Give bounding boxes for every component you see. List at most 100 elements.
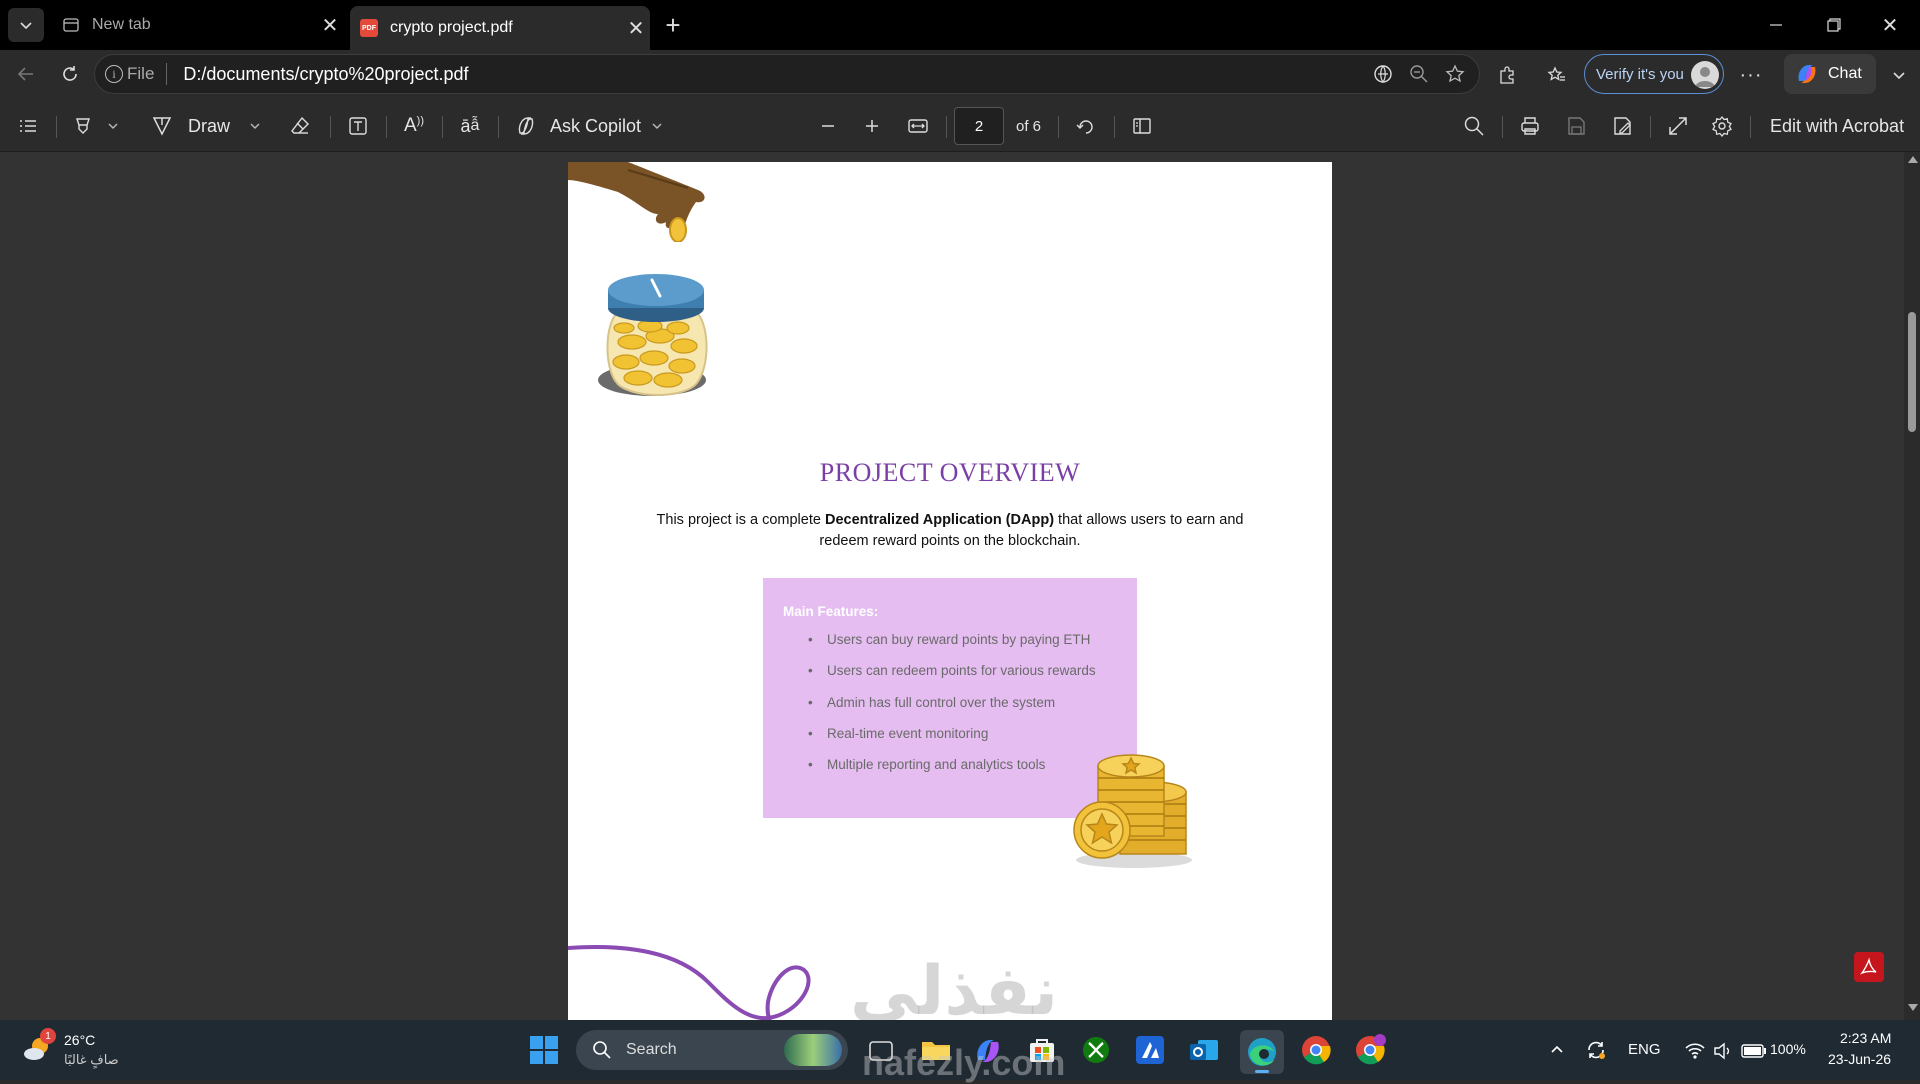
battery-percentage: 100% xyxy=(1770,1041,1806,1057)
tab-actions-chevron-icon[interactable] xyxy=(8,8,44,42)
chrome-profile-icon[interactable] xyxy=(1354,1034,1386,1066)
scrollbar-thumb[interactable] xyxy=(1908,312,1916,432)
ask-copilot-button[interactable]: Ask Copilot xyxy=(514,100,663,152)
features-heading: Main Features: xyxy=(783,604,879,619)
document-heading: PROJECT OVERVIEW xyxy=(819,458,1081,487)
save-icon[interactable] xyxy=(1560,100,1592,152)
draw-label: Draw xyxy=(188,115,231,136)
save-as-icon[interactable] xyxy=(1606,100,1638,152)
input-language[interactable]: ENG xyxy=(1628,1041,1661,1058)
acrobat-logo-icon[interactable] xyxy=(1854,952,1884,982)
clock-date[interactable]: 23-Jun-26 xyxy=(1828,1051,1891,1067)
copilot-logo-icon xyxy=(1794,61,1820,87)
table-of-contents-icon[interactable] xyxy=(12,100,44,152)
scroll-down-arrow-icon[interactable] xyxy=(1908,1004,1918,1011)
draw-pen-icon xyxy=(150,114,174,138)
pdf-file-icon: PDF xyxy=(360,19,378,37)
wifi-icon[interactable] xyxy=(1682,1038,1708,1064)
outlook-icon[interactable] xyxy=(1188,1034,1220,1066)
print-icon[interactable] xyxy=(1514,100,1546,152)
draw-button[interactable]: Draw xyxy=(150,100,230,152)
list-item: • Multiple reporting and analytics tools xyxy=(808,757,1046,773)
url-divider xyxy=(166,63,168,85)
volume-speaker-icon[interactable] xyxy=(1710,1038,1736,1064)
minimize-window-icon[interactable] xyxy=(1758,8,1794,42)
translate-icon[interactable] xyxy=(1365,63,1401,85)
refresh-icon[interactable] xyxy=(54,58,86,90)
ask-copilot-chevron-icon[interactable] xyxy=(651,120,663,132)
close-window-icon[interactable]: ✕ xyxy=(1872,8,1908,42)
tab-title: crypto project.pdf xyxy=(390,19,513,36)
tab-close-icon[interactable]: ✕ xyxy=(316,13,344,38)
vertical-scrollbar[interactable] xyxy=(1904,152,1920,1020)
taskbar-search-box[interactable]: Search xyxy=(576,1030,848,1070)
coin-jar-illustration xyxy=(598,262,718,404)
highlight-options-chevron-icon[interactable] xyxy=(104,100,122,152)
eraser-icon[interactable] xyxy=(284,100,316,152)
favorites-collection-icon[interactable] xyxy=(1540,58,1574,92)
search-highlight-image xyxy=(784,1034,842,1066)
zoom-out-magnifier-icon[interactable] xyxy=(1401,64,1437,84)
verify-identity-button[interactable]: Verify it's you xyxy=(1584,54,1724,94)
pdf-toolbar: Draw A)) āẫ Ask Copilot 2 of 6 Edit with… xyxy=(0,100,1920,152)
clock-time[interactable]: 2:23 AM xyxy=(1840,1030,1891,1046)
address-bar[interactable]: i File D:/documents/crypto%20project.pdf xyxy=(94,54,1480,94)
fullscreen-expand-icon[interactable] xyxy=(1662,100,1694,152)
edit-with-acrobat-button[interactable]: Edit with Acrobat xyxy=(1770,100,1904,152)
url-text[interactable]: D:/documents/crypto%20project.pdf xyxy=(183,64,468,85)
navigation-bar: i File D:/documents/crypto%20project.pdf… xyxy=(0,50,1920,100)
find-search-icon[interactable] xyxy=(1458,100,1490,152)
restore-window-icon[interactable] xyxy=(1816,8,1852,42)
battery-icon[interactable] xyxy=(1740,1038,1768,1064)
tab-crypto-project-pdf[interactable]: PDF crypto project.pdf ✕ xyxy=(350,6,650,50)
copilot-chat-button[interactable]: Chat xyxy=(1784,54,1876,94)
translate-text-icon[interactable]: āẫ xyxy=(454,100,486,152)
pdf-viewer[interactable]: PROJECT OVERVIEW This project is a compl… xyxy=(0,152,1920,1020)
favorite-star-icon[interactable] xyxy=(1437,64,1473,84)
start-windows-icon[interactable] xyxy=(528,1034,560,1066)
page-view-icon[interactable] xyxy=(1126,100,1158,152)
draw-options-chevron-icon[interactable] xyxy=(246,100,264,152)
zoom-out-minus-icon[interactable] xyxy=(814,100,842,152)
sync-status-icon[interactable] xyxy=(1582,1036,1610,1064)
info-icon[interactable]: i xyxy=(105,65,123,83)
scroll-up-arrow-icon[interactable] xyxy=(1908,156,1918,163)
zoom-in-plus-icon[interactable] xyxy=(858,100,886,152)
rotate-page-icon[interactable] xyxy=(1070,100,1102,152)
verify-label: Verify it's you xyxy=(1596,65,1684,83)
search-magnifier-icon xyxy=(592,1040,612,1060)
current-page: 2 xyxy=(974,117,984,135)
page-number-input[interactable]: 2 xyxy=(954,107,1004,145)
list-item: • Users can redeem points for various rew… xyxy=(808,663,1096,679)
new-tab-plus-icon[interactable]: + xyxy=(658,10,688,40)
new-tab-page-icon xyxy=(62,16,80,34)
chrome-icon[interactable] xyxy=(1300,1034,1332,1066)
xbox-icon[interactable] xyxy=(1080,1034,1112,1066)
tab-new-tab[interactable]: New tab ✕ xyxy=(52,6,344,44)
watermark-arabic: نفذلي xyxy=(850,952,1059,1020)
intro-bold: Decentralized Application (DApp) xyxy=(824,512,1055,528)
azure-data-studio-icon[interactable] xyxy=(1134,1034,1166,1066)
list-item: • Admin has full control over the system xyxy=(808,694,1056,710)
read-aloud-icon[interactable]: A)) xyxy=(398,100,430,152)
add-text-icon[interactable] xyxy=(342,100,374,152)
fit-to-width-icon[interactable] xyxy=(902,100,934,152)
more-options-ellipsis-icon[interactable]: ··· xyxy=(1734,58,1768,92)
show-hidden-icons-chevron-icon[interactable] xyxy=(1544,1036,1570,1064)
active-app-indicator xyxy=(1255,1070,1269,1073)
back-arrow-icon[interactable] xyxy=(10,58,42,90)
sidebar-chevron-down-icon[interactable] xyxy=(1884,58,1914,92)
page-total-label: of 6 xyxy=(1016,117,1042,135)
highlight-marker-icon[interactable] xyxy=(68,100,98,152)
weather-widget[interactable]: 1 26°C صافٍ غالبًا xyxy=(22,1028,142,1074)
features-list: • Users can buy reward points by paying E… xyxy=(783,632,1096,788)
edge-browser-icon[interactable] xyxy=(1240,1030,1284,1074)
list-item: • Real-time event monitoring xyxy=(808,725,989,741)
windows-taskbar: 1 26°C صافٍ غالبًا Search nafezly.com EN… xyxy=(0,1020,1920,1083)
tab-close-icon[interactable]: ✕ xyxy=(622,16,650,41)
weather-temperature: 26°C xyxy=(64,1032,96,1048)
watermark-latin: nafezly.com xyxy=(862,1042,1066,1083)
extensions-puzzle-icon[interactable] xyxy=(1490,58,1524,92)
settings-gear-icon[interactable] xyxy=(1706,100,1738,152)
intro-prefix: This project is a complete xyxy=(656,512,825,528)
